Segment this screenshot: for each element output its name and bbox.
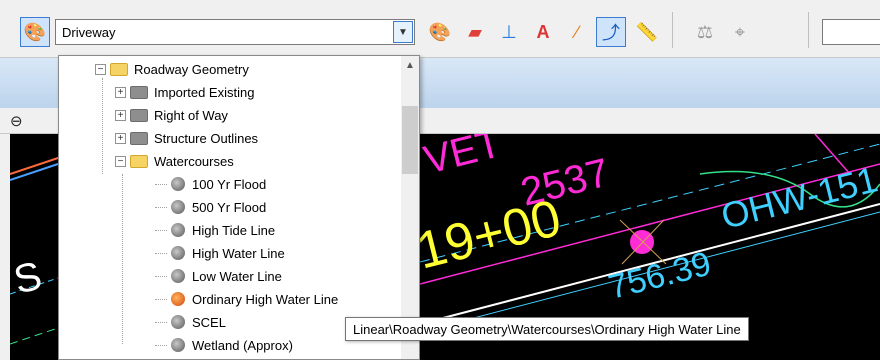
tree-connector (155, 275, 167, 277)
folder-icon (130, 108, 148, 122)
tree-item-label: Ordinary High Water Line (192, 291, 339, 307)
tree-connector (155, 321, 167, 323)
tree-connector (155, 298, 167, 300)
tree-item-label: High Water Line (192, 245, 285, 261)
tree-item-label: High Tide Line (192, 222, 276, 238)
text-style-icon[interactable]: A (528, 17, 558, 47)
tree-folder-item[interactable]: − Roadway Geometry (95, 58, 249, 80)
folder-icon (110, 62, 128, 76)
canvas-label: 756.39 (605, 245, 715, 307)
palette-icon (171, 315, 185, 329)
tree-connector (155, 229, 167, 231)
tree-item-label: SCEL (192, 314, 226, 330)
feature-tree-dropdown[interactable]: − Roadway Geometry + Imported Existing + Righ… (58, 55, 420, 360)
canvas-label: 19+00 (411, 189, 567, 281)
toolbar-separator (672, 12, 673, 48)
tree-leaf-item[interactable]: Ordinary High Water Line (155, 288, 338, 310)
tree-item-label: Roadway Geometry (134, 61, 249, 77)
folder-icon (130, 85, 148, 99)
chevron-down-icon[interactable]: ▼ (393, 21, 413, 43)
tree-leaf-item[interactable]: 100 Yr Flood (155, 173, 266, 195)
tree-leaf-item[interactable]: 500 Yr Flood (155, 196, 266, 218)
palette-icon (171, 177, 185, 191)
tree-connector (155, 206, 167, 208)
tree-item-label: Wetland (Approx) (192, 337, 293, 353)
tree-connector (155, 183, 167, 185)
palette-icon (171, 338, 185, 352)
feature-path-tooltip: Linear\Roadway Geometry\Watercourses\Ord… (345, 317, 749, 341)
folder-icon (130, 131, 148, 145)
linear-template-icon[interactable]: ⤴ (596, 17, 626, 47)
feature-select[interactable]: Driveway ▼ (55, 19, 415, 45)
tree-folder-item[interactable]: + Right of Way (115, 104, 228, 126)
tree-connector (155, 344, 167, 346)
palette-icon (171, 223, 185, 237)
toolbar-separator (808, 12, 809, 48)
feature-select-value: Driveway (62, 24, 116, 40)
canvas-label: VET (420, 134, 506, 183)
tree-scrollbar[interactable]: ▲ (401, 56, 419, 359)
profile-icon[interactable]: ⊥ (494, 17, 524, 47)
compass-icon[interactable]: ⌖ (725, 17, 755, 47)
palette-icon (171, 269, 185, 283)
collapse-icon[interactable]: − (95, 63, 106, 75)
scroll-thumb[interactable] (402, 106, 418, 174)
tree-leaf-item[interactable]: High Water Line (155, 242, 285, 264)
expand-icon[interactable]: + (115, 132, 126, 144)
scroll-up-icon[interactable]: ▲ (401, 60, 419, 76)
tree-guide (122, 174, 123, 344)
tree-connector (155, 252, 167, 254)
tree-item-label: Imported Existing (154, 84, 255, 100)
palette-icon (171, 246, 185, 260)
scale-icon[interactable]: ⚖ (690, 17, 720, 47)
tree-folder-item[interactable]: − Watercourses (115, 150, 234, 172)
tree-folder-item[interactable]: + Structure Outlines (115, 127, 258, 149)
folder-icon (130, 154, 148, 168)
canvas-label: S (10, 254, 46, 303)
tree-item-label: 100 Yr Flood (192, 176, 267, 192)
tree-item-label: Watercourses (154, 153, 234, 169)
tree-item-label: Right of Way (154, 107, 228, 123)
tree-leaf-item[interactable]: Low Water Line (155, 265, 282, 287)
tree-item-label: Structure Outlines (154, 130, 259, 146)
tree-item-label: 500 Yr Flood (192, 199, 267, 215)
toolbar: 🎨 Driveway ▼ 🎨 ▰ ⊥ A ∕ ⤴ 📏 ⚖ ⌖ (0, 0, 880, 58)
app-window: 🎨 Driveway ▼ 🎨 ▰ ⊥ A ∕ ⤴ 📏 ⚖ ⌖ ⊖ VET 253… (0, 0, 880, 360)
feature-picker-icon[interactable]: 🎨 (20, 17, 50, 47)
line-style-icon[interactable]: ∕ (562, 17, 592, 47)
tree-leaf-item[interactable]: High Tide Line (155, 219, 275, 241)
tree-leaf-item[interactable]: Wetland (Approx) (155, 334, 293, 356)
palette-icon (171, 292, 185, 306)
palette-icon (171, 200, 185, 214)
toolbar-input[interactable] (822, 19, 880, 45)
tree-guide (102, 78, 103, 174)
tree-item-label: Low Water Line (192, 268, 282, 284)
feature-properties-icon[interactable]: 🎨 (425, 17, 455, 47)
expand-icon[interactable]: + (115, 109, 126, 121)
zoom-out-icon[interactable]: ⊖ (10, 112, 23, 130)
surface-icon[interactable]: ▰ (460, 17, 490, 47)
collapse-icon[interactable]: − (115, 155, 126, 167)
tree-leaf-item[interactable]: SCEL (155, 311, 226, 333)
tree-folder-item[interactable]: + Imported Existing (115, 81, 254, 103)
expand-icon[interactable]: + (115, 86, 126, 98)
ruler-icon[interactable]: 📏 (632, 17, 662, 47)
